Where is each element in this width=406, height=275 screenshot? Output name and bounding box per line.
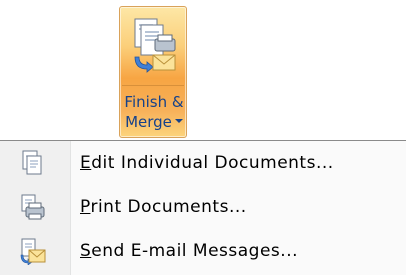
menu-item-print-documents[interactable]: Print Documents...	[0, 188, 406, 226]
mnemonic-letter: P	[80, 197, 91, 217]
menu-item-label: Edit Individual Documents...	[80, 152, 334, 174]
finish-merge-button[interactable]: Finish & Merge	[119, 6, 187, 138]
finish-merge-label-line2-text: Merge	[125, 113, 172, 131]
screenshot-stage: Finish & Merge Edit Individual Documents…	[0, 0, 406, 275]
finish-merge-dropdown-menu: Edit Individual Documents... Print Docum…	[0, 140, 406, 275]
mnemonic-letter: S	[80, 241, 92, 261]
menu-item-label: Send E-mail Messages...	[80, 240, 298, 262]
finish-merge-icon	[134, 18, 176, 73]
label-text: dit Individual Documents...	[91, 153, 334, 173]
finish-merge-label-line2: Merge	[120, 113, 188, 131]
split-divider	[122, 85, 184, 86]
menu-item-send-email-messages[interactable]: Send E-mail Messages...	[0, 232, 406, 270]
send-email-icon	[20, 238, 46, 265]
edit-documents-icon	[22, 150, 42, 175]
finish-merge-label-line1: Finish &	[124, 93, 184, 111]
print-documents-icon	[21, 194, 45, 220]
label-text: rint Documents...	[90, 197, 247, 217]
menu-item-edit-individual-documents[interactable]: Edit Individual Documents...	[0, 144, 406, 182]
dropdown-caret-icon	[174, 118, 183, 123]
menu-item-label: Print Documents...	[80, 196, 247, 218]
label-text: end E-mail Messages...	[91, 241, 299, 261]
mnemonic-letter: E	[80, 153, 92, 173]
